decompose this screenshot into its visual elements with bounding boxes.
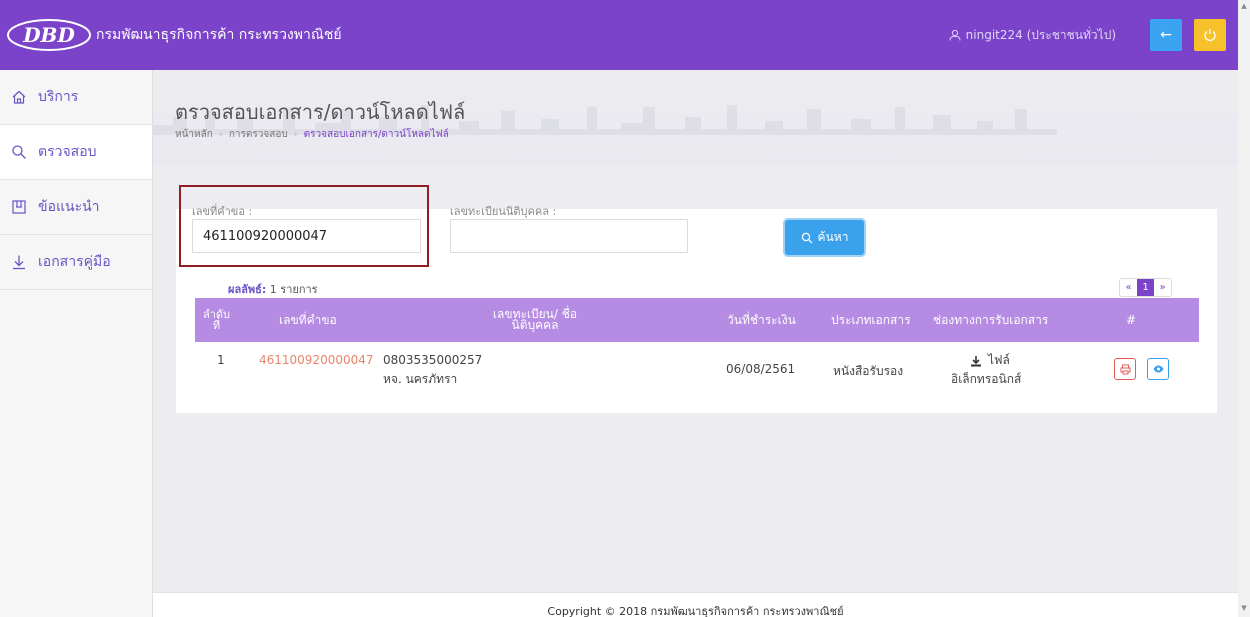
juristic-no-input[interactable] — [450, 219, 688, 253]
user-name: ningit224 (ประชาชนทั่วไป) — [965, 27, 1116, 42]
arrow-left-icon: ← — [1160, 27, 1172, 43]
view-button[interactable] — [1147, 358, 1169, 380]
breadcrumb-current: ตรวจสอบเอกสาร/ดาวน์โหลดไฟล์ — [303, 129, 449, 140]
search-card: เลขที่คำขอ : 461100920000047 เลขทะเบียนน… — [176, 185, 1217, 413]
cell-no: 1 — [217, 353, 225, 367]
download-icon — [10, 254, 28, 270]
cell-channel: ไฟล์ — [970, 351, 1010, 370]
pager-next[interactable]: » — [1154, 279, 1171, 296]
sidebar-item-label: ตรวจสอบ — [38, 144, 97, 160]
result-count: ผลลัพธ์: 1 รายการ — [228, 280, 318, 298]
result-count-text: 1 รายการ — [269, 283, 318, 296]
guide-icon — [10, 199, 28, 215]
request-no-input[interactable]: 461100920000047 — [192, 219, 421, 253]
pagination: « 1 » — [1119, 278, 1172, 297]
breadcrumb-home[interactable]: หน้าหลัก — [175, 127, 213, 142]
col-juristic: เลขทะเบียน/ ชื่อนิติบุคคล — [492, 307, 578, 332]
table-row: 1 461100920000047 0803535000257 หจ. นครภ… — [195, 342, 1199, 398]
eye-icon — [1153, 365, 1163, 373]
pager-prev[interactable]: « — [1120, 279, 1137, 296]
search-icon — [801, 232, 812, 243]
print-button[interactable] — [1114, 358, 1136, 380]
search-icon — [10, 144, 28, 160]
cell-juristic-name: หจ. นครภัทรา — [383, 372, 458, 386]
juristic-no-label: เลขทะเบียนนิติบุคคล : — [450, 205, 557, 218]
svg-text:DBD: DBD — [22, 23, 75, 47]
breadcrumb-separator-icon: › — [293, 129, 298, 140]
sidebar-item-label: บริการ — [38, 89, 79, 105]
print-icon — [1120, 364, 1130, 374]
cell-juristic-id: 0803535000257 — [383, 353, 483, 367]
logout-button[interactable] — [1194, 19, 1226, 51]
col-request-no: เลขที่คำขอ — [279, 312, 337, 327]
user-icon — [949, 29, 961, 41]
col-channel: ช่องทางการรับเอกสาร — [933, 312, 1049, 327]
pager-page-1[interactable]: 1 — [1137, 279, 1154, 296]
sidebar: บริการ ตรวจสอบ ข้อแนะนำ เอกสารคู่มือ — [0, 70, 153, 617]
request-no-label: เลขที่คำขอ : — [192, 205, 253, 218]
footer: Copyright © 2018 กรมพัฒนาธุรกิจการค้า กร… — [153, 592, 1238, 617]
col-doc-type: ประเภทเอกสาร — [831, 312, 911, 327]
cell-pay-date: 06/08/2561 — [726, 362, 796, 376]
scroll-up-icon[interactable]: ▲ — [1240, 2, 1248, 10]
col-no: ลำดับที่ — [203, 308, 231, 332]
title-band: ตรวจสอบเอกสาร/ดาวน์โหลดไฟล์ หน้าหลัก › ก… — [153, 70, 1238, 165]
main-content: ตรวจสอบเอกสาร/ดาวน์โหลดไฟล์ หน้าหลัก › ก… — [153, 70, 1238, 617]
sidebar-item-label: ข้อแนะนำ — [38, 199, 100, 215]
sidebar-item-services[interactable]: บริการ — [0, 70, 152, 125]
breadcrumb-separator-icon: › — [218, 129, 223, 140]
result-label: ผลลัพธ์: — [228, 283, 267, 296]
page-title: ตรวจสอบเอกสาร/ดาวน์โหลดไฟล์ — [175, 100, 466, 124]
col-pay-date: วันที่ชำระเงิน — [727, 312, 796, 327]
cell-request-no-link[interactable]: 461100920000047 — [259, 353, 374, 367]
cell-channel-line1: ไฟล์ — [988, 353, 1010, 367]
breadcrumb-check[interactable]: การตรวจสอบ — [229, 127, 288, 142]
col-action: # — [1126, 312, 1137, 327]
download-icon — [971, 355, 981, 366]
dbd-logo[interactable]: DBD — [6, 17, 96, 53]
app-title: กรมพัฒนาธุรกิจการค้า กระทรวงพาณิชย์ — [96, 27, 342, 43]
scroll-down-icon[interactable]: ▼ — [1240, 604, 1248, 612]
sidebar-item-guide[interactable]: ข้อแนะนำ — [0, 180, 152, 235]
search-button[interactable]: ค้นหา — [785, 220, 864, 255]
search-button-label: ค้นหา — [817, 230, 849, 244]
sidebar-item-check[interactable]: ตรวจสอบ — [0, 125, 152, 180]
cell-doc-type: หนังสือรับรอง — [833, 364, 904, 378]
breadcrumb: หน้าหลัก › การตรวจสอบ › ตรวจสอบเอกสาร/ดา… — [175, 127, 449, 142]
sidebar-item-manual[interactable]: เอกสารคู่มือ — [0, 235, 152, 290]
cell-channel-line2: อิเล็กทรอนิกส์ — [951, 372, 1022, 386]
table-header: ลำดับที่ เลขที่คำขอ เลขทะเบียน/ ชื่อนิติ… — [195, 298, 1199, 342]
page-scrollbar[interactable]: ▲ ▼ — [1238, 0, 1250, 617]
top-header: DBD กรมพัฒนาธุรกิจการค้า กระทรวงพาณิชย์ … — [0, 0, 1238, 70]
home-icon — [10, 89, 28, 105]
power-icon — [1204, 29, 1216, 42]
back-button[interactable]: ← — [1150, 19, 1182, 51]
user-account[interactable]: ningit224 (ประชาชนทั่วไป) — [949, 26, 1116, 45]
sidebar-item-label: เอกสารคู่มือ — [38, 254, 111, 270]
